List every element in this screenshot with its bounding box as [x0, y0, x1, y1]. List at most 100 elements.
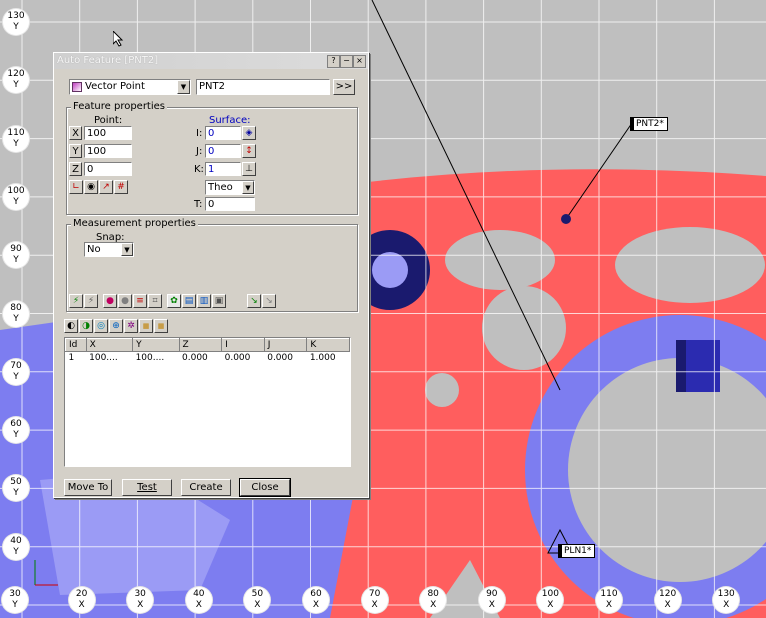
- sample-icon[interactable]: ⌗: [148, 294, 162, 308]
- grid-row-label: 60 Y: [3, 417, 29, 444]
- table-cell: 100....: [135, 353, 165, 363]
- minimize-button[interactable]: −: [340, 55, 353, 68]
- display-icon[interactable]: ◐: [64, 319, 78, 333]
- feature-name-field[interactable]: PNT2: [196, 79, 330, 95]
- grid-row-label: 70 Y: [3, 358, 29, 385]
- column-header[interactable]: Id: [65, 338, 87, 352]
- hole-slot-top: [445, 230, 555, 290]
- grid-row-label: 50 Y: [3, 475, 29, 502]
- column-header[interactable]: X: [85, 338, 134, 352]
- eye-icon[interactable]: ◎: [94, 319, 108, 333]
- path-alt-icon[interactable]: ↘: [262, 294, 276, 308]
- find-vector-icon[interactable]: ◈: [242, 126, 256, 140]
- vector-normal-icon[interactable]: ⊥: [242, 162, 256, 176]
- y-axis-button[interactable]: Y: [69, 144, 82, 158]
- vector-point-icon: [72, 82, 82, 92]
- t-label: T:: [194, 199, 203, 210]
- ring-slot-shade: [676, 340, 686, 392]
- z-axis-button[interactable]: Z: [69, 162, 82, 176]
- cycle-icon[interactable]: ✿: [167, 294, 181, 308]
- feature-type-select[interactable]: Vector Point ▼: [69, 79, 191, 95]
- pln1-label[interactable]: PLN1*: [558, 544, 596, 558]
- grid-col-label: 30 X: [127, 587, 154, 613]
- point-y-field[interactable]: 100: [84, 144, 132, 158]
- surface-label: Surface:: [209, 115, 251, 126]
- grid-col-label: 80 X: [420, 587, 447, 613]
- help-button[interactable]: ?: [327, 55, 340, 68]
- grid-col-label: 110 X: [596, 587, 622, 613]
- countersink-inner: [372, 252, 408, 288]
- point-z-field[interactable]: 0: [84, 162, 132, 176]
- grid-col-label: 50 X: [244, 587, 271, 613]
- settings-icon[interactable]: ✲: [124, 319, 138, 333]
- grid-row-label: 80 Y: [3, 300, 29, 327]
- table-cell: 1.000: [309, 353, 336, 363]
- hole-medium: [482, 286, 566, 370]
- table-cell: 0.000: [267, 353, 293, 363]
- i-label: I:: [196, 128, 203, 139]
- path-icon[interactable]: ↘: [247, 294, 261, 308]
- thickness-field[interactable]: 0: [205, 197, 255, 211]
- grid-col-label: 100 X: [537, 587, 564, 613]
- grid-row-label: 90 Y: [3, 242, 29, 269]
- close-button[interactable]: Close: [239, 478, 291, 497]
- grid-col-label: 130 X: [713, 587, 740, 613]
- point-tool-icon[interactable]: ↗: [99, 180, 113, 194]
- grid-col-label: 90 X: [478, 587, 505, 613]
- results-table[interactable]: Id X Y Z I J K 1 100.... 100.... 0.000 0.000 0.000 1…: [64, 337, 351, 467]
- table-row[interactable]: 1 100.... 100.... 0.000 0.000 0.000 1.000: [66, 352, 350, 365]
- surface-i-field[interactable]: 0: [205, 126, 241, 140]
- hits-icon[interactable]: ⚡: [84, 294, 98, 308]
- column-header[interactable]: Z: [178, 338, 223, 352]
- j-label: J:: [196, 146, 203, 157]
- stats-icon[interactable]: ▦: [139, 319, 153, 333]
- expand-button[interactable]: >>: [333, 79, 355, 95]
- surface-j-field[interactable]: 0: [205, 144, 241, 158]
- mouse-cursor-icon: [113, 31, 124, 47]
- grid-col-label: 120 X: [654, 587, 681, 613]
- test-button[interactable]: Test: [122, 479, 172, 496]
- disk-icon[interactable]: ▤: [182, 294, 196, 308]
- grid-col-label: 30 Y: [2, 587, 28, 613]
- screen-icon[interactable]: ▥: [197, 294, 211, 308]
- snap-select[interactable]: No ▼: [84, 242, 134, 257]
- pnt2-label[interactable]: PNT2*: [630, 117, 668, 131]
- dialog-titlebar[interactable]: Auto Feature [PNT2] ? − ×: [54, 53, 368, 69]
- feature-properties-label: Feature properties: [71, 101, 167, 112]
- stats-alt-icon[interactable]: ▦: [154, 319, 168, 333]
- move-to-button[interactable]: Move To: [64, 479, 112, 496]
- point-x-field[interactable]: 100: [84, 126, 132, 140]
- column-header[interactable]: Y: [132, 338, 180, 352]
- measure-now-icon[interactable]: ⚡: [69, 294, 83, 308]
- binoculars-icon[interactable]: ◉: [84, 180, 98, 194]
- pnt2-point[interactable]: [561, 214, 571, 224]
- chevron-down-icon[interactable]: ▼: [242, 181, 254, 194]
- flip-vector-icon[interactable]: ↕: [242, 144, 256, 158]
- grid-col-label: 70 X: [361, 587, 388, 613]
- column-header[interactable]: I: [221, 338, 265, 352]
- axis-angle-icon[interactable]: ∟: [69, 180, 83, 194]
- hole-small: [425, 373, 459, 407]
- probe-icon[interactable]: ●: [103, 294, 117, 308]
- table-cell: 100....: [89, 353, 118, 363]
- measurement-properties-label: Measurement properties: [71, 218, 198, 229]
- auto-feature-dialog[interactable]: Auto Feature [PNT2] ? − × Vector Point ▼…: [53, 52, 369, 498]
- sphere-icon[interactable]: ●: [118, 294, 132, 308]
- color-icon[interactable]: ◑: [79, 319, 93, 333]
- target-icon[interactable]: ⊕: [109, 319, 123, 333]
- table-cell: 0.000: [182, 353, 208, 363]
- close-x-button[interactable]: ×: [353, 55, 366, 68]
- surface-k-field[interactable]: 1: [205, 162, 241, 176]
- hole-oval-right: [615, 227, 765, 303]
- theo-select[interactable]: Theo ▼: [205, 180, 255, 195]
- chevron-down-icon[interactable]: ▼: [177, 80, 190, 94]
- depth-icon[interactable]: ≡: [133, 294, 147, 308]
- column-header[interactable]: J: [263, 338, 308, 352]
- column-header[interactable]: K: [306, 338, 350, 352]
- chevron-down-icon[interactable]: ▼: [121, 243, 133, 256]
- frame-icon[interactable]: ▣: [212, 294, 226, 308]
- dialog-title: Auto Feature [PNT2]: [57, 55, 159, 66]
- create-button[interactable]: Create: [181, 479, 231, 496]
- grid-tool-icon[interactable]: #: [114, 180, 128, 194]
- x-axis-button[interactable]: X: [69, 126, 82, 140]
